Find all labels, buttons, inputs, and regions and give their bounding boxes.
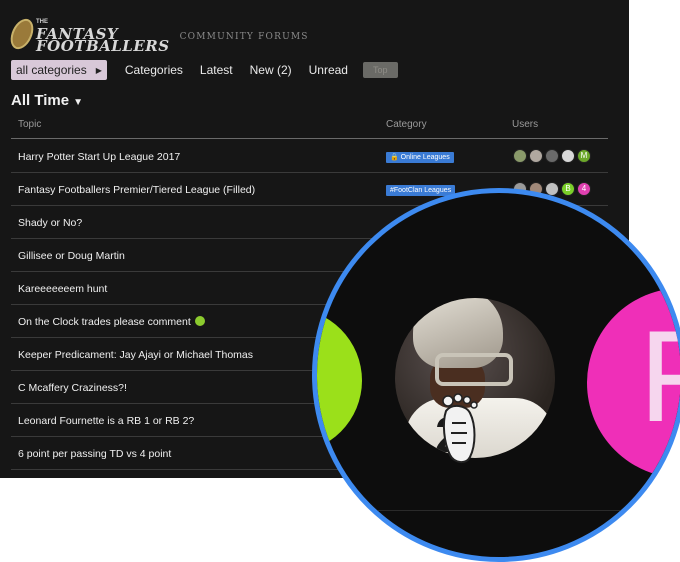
nav-latest[interactable]: Latest (200, 63, 233, 77)
zoom-magnifier: F 2 (312, 188, 680, 562)
avatar-letter: F (639, 311, 680, 441)
topic-title[interactable]: C Mcaffery Craziness?! (18, 382, 127, 394)
topic-title[interactable]: Leonard Fournette is a RB 1 or RB 2? (18, 415, 194, 427)
topic-title[interactable]: On the Clock trades please comment (18, 316, 191, 328)
topic-row[interactable]: Harry Potter Start Up League 2017 🔒 Onli… (11, 140, 608, 173)
category-dropdown-label: all categories (16, 63, 87, 77)
avatar[interactable] (529, 149, 543, 163)
topic-title[interactable]: Harry Potter Start Up League 2017 (18, 151, 180, 163)
category-badge[interactable]: #FootClan Leagues (386, 185, 456, 196)
category-dropdown[interactable]: all categories ▶ (11, 60, 107, 80)
nav-unread[interactable]: Unread (309, 63, 348, 77)
topic-title[interactable]: Keeper Predicament: Jay Ajayi or Michael… (18, 349, 253, 361)
footprint-icon (442, 393, 478, 463)
topic-title[interactable]: Shady or No? (18, 217, 82, 229)
avatar[interactable]: 4 (577, 182, 591, 196)
topic-title[interactable]: Kareeeeeeem hunt (18, 283, 107, 295)
caret-down-icon: ▼ (73, 97, 83, 108)
topic-title[interactable]: 6 point per passing TD vs 4 point (18, 448, 171, 460)
column-topic[interactable]: Topic (18, 119, 41, 130)
period-dropdown[interactable]: All Time ▼ (11, 92, 83, 109)
football-icon (6, 15, 38, 53)
divider (317, 510, 680, 511)
column-category[interactable]: Category (386, 119, 427, 130)
nav-top[interactable]: Top (362, 62, 398, 78)
nav-categories[interactable]: Categories (125, 63, 183, 77)
avatar[interactable]: B (561, 182, 575, 196)
caret-right-icon: ▶ (95, 65, 102, 75)
avatar-zoomed-green (317, 308, 362, 453)
logo-footballers: FOOTBALLERS (36, 37, 170, 55)
site-logo[interactable]: THE FANTASY FOOTBALLERS COMMUNITY FORUMS (6, 15, 309, 55)
smiley-icon (194, 316, 205, 326)
avatar[interactable] (545, 149, 559, 163)
avatar[interactable] (513, 149, 527, 163)
facemask-graphic (435, 353, 513, 386)
user-avatars: M (513, 149, 593, 163)
header-divider (11, 138, 608, 139)
nav-bar: all categories ▶ Categories Latest New (… (11, 60, 398, 80)
avatar[interactable] (561, 149, 575, 163)
period-label: All Time (11, 92, 70, 109)
topic-title[interactable]: Gillisee or Doug Martin (18, 250, 125, 262)
category-badge[interactable]: 🔒 Online Leagues (386, 152, 454, 163)
nav-new[interactable]: New (2) (250, 63, 292, 77)
site-subtitle: COMMUNITY FORUMS (179, 32, 309, 42)
avatar[interactable]: M (577, 149, 591, 163)
topic-title[interactable]: Fantasy Footballers Premier/Tiered Leagu… (18, 184, 255, 196)
column-users[interactable]: Users (512, 119, 538, 130)
jersey-graphic (405, 398, 555, 458)
